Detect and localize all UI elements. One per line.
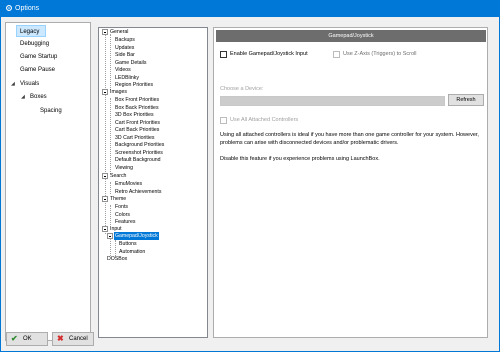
options-window: Legacy Debugging Game Startup Game Pause… bbox=[0, 17, 500, 352]
gamepad-settings-panel: Gamepad/Joystick Enable Gamepad/Joystick… bbox=[213, 27, 488, 338]
cancel-button[interactable]: ✖ Cancel bbox=[52, 332, 94, 346]
device-label: Choose a Device: bbox=[220, 86, 264, 92]
minus-box-icon[interactable] bbox=[102, 226, 108, 232]
enable-gamepad-label[interactable]: Enable Gamepad/Joystick Input bbox=[230, 51, 308, 58]
category-item-game-startup[interactable]: Game Startup bbox=[20, 51, 57, 63]
tree-node-general[interactable]: General bbox=[110, 28, 128, 36]
z-axis-checkbox[interactable] bbox=[333, 51, 340, 58]
tree-connector bbox=[115, 240, 116, 256]
title-bar: Options bbox=[0, 0, 500, 17]
cross-icon: ✖ bbox=[57, 334, 64, 343]
settings-tree[interactable]: General Backups Updates Side Bar Game De… bbox=[98, 27, 208, 338]
use-all-controllers-checkbox[interactable] bbox=[220, 117, 227, 124]
info-text-disable: Disable this feature if you experience p… bbox=[220, 156, 380, 162]
category-label: Game Startup bbox=[20, 54, 58, 60]
cancel-button-label: Cancel bbox=[69, 336, 88, 342]
category-label: Debugging bbox=[20, 41, 50, 47]
gear-icon bbox=[6, 5, 12, 11]
minus-box-icon[interactable] bbox=[102, 196, 108, 202]
refresh-button[interactable]: Refresh bbox=[448, 94, 484, 106]
tree-node-search[interactable]: Search bbox=[110, 172, 126, 180]
tree-node-gamepad-joystick[interactable]: Gamepad/Joystick bbox=[114, 232, 159, 240]
minus-box-icon[interactable] bbox=[102, 29, 108, 35]
category-item-visuals[interactable]: Visuals bbox=[20, 78, 39, 90]
check-icon: ✔ bbox=[11, 334, 18, 343]
category-item-boxes[interactable]: Boxes bbox=[30, 91, 47, 103]
triangle-down-icon[interactable]: ◢ bbox=[11, 78, 15, 90]
panel-header: Gamepad/Joystick bbox=[216, 30, 486, 42]
tree-connector bbox=[105, 34, 106, 234]
minus-box-icon[interactable] bbox=[102, 89, 108, 95]
device-select[interactable] bbox=[220, 96, 445, 106]
tree-node-images[interactable]: Images bbox=[110, 88, 127, 96]
tree-node-default-background[interactable]: Default Background bbox=[115, 156, 161, 164]
tree-node-dosbox[interactable]: DOSBox bbox=[107, 255, 127, 263]
tree-node-theme[interactable]: Theme bbox=[110, 195, 126, 203]
category-item-debugging[interactable]: Debugging bbox=[20, 38, 49, 50]
minus-box-icon[interactable] bbox=[107, 233, 113, 239]
info-text-controllers: Using all attached controllers is ideal … bbox=[220, 132, 479, 146]
category-label: Game Pause bbox=[20, 67, 56, 73]
category-label: Legacy bbox=[20, 29, 40, 35]
tree-connector bbox=[110, 182, 111, 194]
category-label: Boxes bbox=[30, 94, 47, 100]
z-axis-label[interactable]: Use Z-Axis (Triggers) to Scroll bbox=[343, 51, 416, 58]
category-item-game-pause[interactable]: Game Pause bbox=[20, 64, 55, 76]
ok-button[interactable]: ✔ OK bbox=[6, 332, 48, 346]
tree-connector bbox=[110, 34, 111, 90]
triangle-down-icon[interactable]: ◢ bbox=[21, 91, 25, 103]
category-item-spacing[interactable]: Spacing bbox=[40, 105, 62, 117]
ok-button-label: OK bbox=[23, 336, 32, 342]
enable-gamepad-checkbox[interactable] bbox=[220, 51, 227, 58]
use-all-controllers-label[interactable]: Use All Attached Controllers bbox=[230, 117, 298, 124]
tree-connector bbox=[110, 98, 111, 174]
minus-box-icon[interactable] bbox=[102, 173, 108, 179]
category-item-legacy[interactable]: Legacy bbox=[16, 25, 46, 37]
tree-connector bbox=[110, 205, 111, 225]
window-title: Options bbox=[15, 5, 40, 12]
category-label: Spacing bbox=[40, 108, 62, 114]
category-list[interactable]: Legacy Debugging Game Startup Game Pause… bbox=[5, 22, 91, 341]
category-label: Visuals bbox=[20, 81, 40, 87]
tree-node-viewing[interactable]: Viewing bbox=[115, 164, 133, 172]
